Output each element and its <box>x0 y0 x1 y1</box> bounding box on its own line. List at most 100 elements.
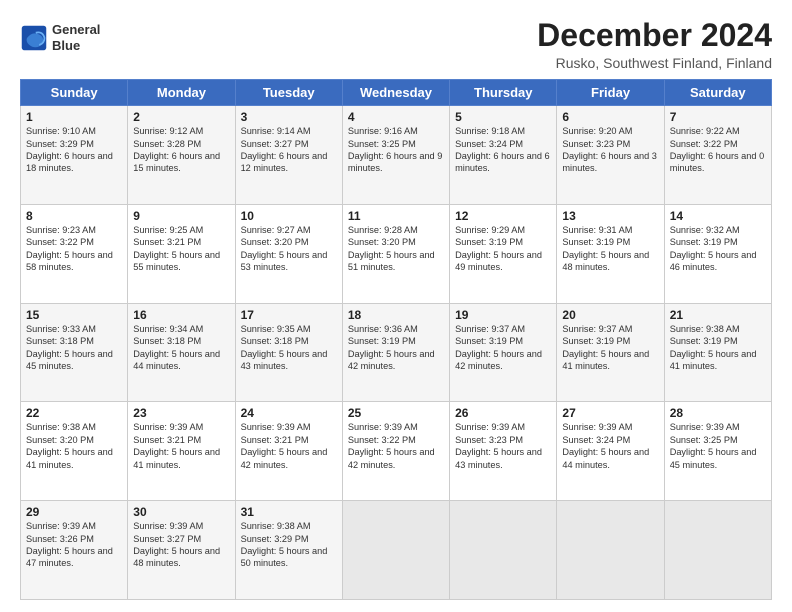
calendar-cell: 15 Sunrise: 9:33 AMSunset: 3:18 PMDaylig… <box>21 303 128 402</box>
day-number: 28 <box>670 406 766 420</box>
subtitle: Rusko, Southwest Finland, Finland <box>537 55 772 71</box>
calendar-cell <box>342 501 449 600</box>
day-number: 26 <box>455 406 551 420</box>
calendar-cell: 28 Sunrise: 9:39 AMSunset: 3:25 PMDaylig… <box>664 402 771 501</box>
calendar-week: 15 Sunrise: 9:33 AMSunset: 3:18 PMDaylig… <box>21 303 772 402</box>
calendar-cell: 6 Sunrise: 9:20 AMSunset: 3:23 PMDayligh… <box>557 106 664 205</box>
logo-text: General Blue <box>52 22 100 53</box>
calendar-cell: 3 Sunrise: 9:14 AMSunset: 3:27 PMDayligh… <box>235 106 342 205</box>
day-number: 9 <box>133 209 229 223</box>
cell-info: Sunrise: 9:12 AMSunset: 3:28 PMDaylight:… <box>133 126 220 173</box>
header-row: SundayMondayTuesdayWednesdayThursdayFrid… <box>21 80 772 106</box>
day-number: 1 <box>26 110 122 124</box>
calendar-cell: 19 Sunrise: 9:37 AMSunset: 3:19 PMDaylig… <box>450 303 557 402</box>
calendar-cell: 13 Sunrise: 9:31 AMSunset: 3:19 PMDaylig… <box>557 204 664 303</box>
calendar-cell: 5 Sunrise: 9:18 AMSunset: 3:24 PMDayligh… <box>450 106 557 205</box>
header-day: Sunday <box>21 80 128 106</box>
cell-info: Sunrise: 9:39 AMSunset: 3:21 PMDaylight:… <box>133 422 220 469</box>
page: General Blue December 2024 Rusko, Southw… <box>0 0 792 612</box>
logo-icon <box>20 24 48 52</box>
day-number: 6 <box>562 110 658 124</box>
day-number: 4 <box>348 110 444 124</box>
cell-info: Sunrise: 9:37 AMSunset: 3:19 PMDaylight:… <box>562 324 649 371</box>
calendar-cell: 4 Sunrise: 9:16 AMSunset: 3:25 PMDayligh… <box>342 106 449 205</box>
day-number: 7 <box>670 110 766 124</box>
cell-info: Sunrise: 9:36 AMSunset: 3:19 PMDaylight:… <box>348 324 435 371</box>
cell-info: Sunrise: 9:22 AMSunset: 3:22 PMDaylight:… <box>670 126 765 173</box>
calendar-cell: 18 Sunrise: 9:36 AMSunset: 3:19 PMDaylig… <box>342 303 449 402</box>
calendar-cell: 8 Sunrise: 9:23 AMSunset: 3:22 PMDayligh… <box>21 204 128 303</box>
calendar-cell: 23 Sunrise: 9:39 AMSunset: 3:21 PMDaylig… <box>128 402 235 501</box>
calendar-cell <box>450 501 557 600</box>
calendar-cell: 31 Sunrise: 9:38 AMSunset: 3:29 PMDaylig… <box>235 501 342 600</box>
calendar-cell <box>557 501 664 600</box>
day-number: 5 <box>455 110 551 124</box>
cell-info: Sunrise: 9:20 AMSunset: 3:23 PMDaylight:… <box>562 126 657 173</box>
calendar-week: 1 Sunrise: 9:10 AMSunset: 3:29 PMDayligh… <box>21 106 772 205</box>
day-number: 24 <box>241 406 337 420</box>
day-number: 20 <box>562 308 658 322</box>
cell-info: Sunrise: 9:27 AMSunset: 3:20 PMDaylight:… <box>241 225 328 272</box>
day-number: 2 <box>133 110 229 124</box>
header: General Blue December 2024 Rusko, Southw… <box>20 18 772 71</box>
day-number: 21 <box>670 308 766 322</box>
day-number: 14 <box>670 209 766 223</box>
calendar-cell: 2 Sunrise: 9:12 AMSunset: 3:28 PMDayligh… <box>128 106 235 205</box>
calendar-body: 1 Sunrise: 9:10 AMSunset: 3:29 PMDayligh… <box>21 106 772 600</box>
main-title: December 2024 <box>537 18 772 53</box>
calendar-cell <box>664 501 771 600</box>
day-number: 30 <box>133 505 229 519</box>
calendar-cell: 25 Sunrise: 9:39 AMSunset: 3:22 PMDaylig… <box>342 402 449 501</box>
calendar-week: 8 Sunrise: 9:23 AMSunset: 3:22 PMDayligh… <box>21 204 772 303</box>
day-number: 31 <box>241 505 337 519</box>
calendar-table: SundayMondayTuesdayWednesdayThursdayFrid… <box>20 79 772 600</box>
cell-info: Sunrise: 9:25 AMSunset: 3:21 PMDaylight:… <box>133 225 220 272</box>
cell-info: Sunrise: 9:38 AMSunset: 3:19 PMDaylight:… <box>670 324 757 371</box>
header-day: Thursday <box>450 80 557 106</box>
calendar-cell: 12 Sunrise: 9:29 AMSunset: 3:19 PMDaylig… <box>450 204 557 303</box>
calendar-cell: 20 Sunrise: 9:37 AMSunset: 3:19 PMDaylig… <box>557 303 664 402</box>
header-day: Friday <box>557 80 664 106</box>
day-number: 17 <box>241 308 337 322</box>
cell-info: Sunrise: 9:28 AMSunset: 3:20 PMDaylight:… <box>348 225 435 272</box>
day-number: 8 <box>26 209 122 223</box>
logo: General Blue <box>20 22 100 53</box>
cell-info: Sunrise: 9:10 AMSunset: 3:29 PMDaylight:… <box>26 126 113 173</box>
cell-info: Sunrise: 9:39 AMSunset: 3:21 PMDaylight:… <box>241 422 328 469</box>
cell-info: Sunrise: 9:39 AMSunset: 3:26 PMDaylight:… <box>26 521 113 568</box>
cell-info: Sunrise: 9:34 AMSunset: 3:18 PMDaylight:… <box>133 324 220 371</box>
cell-info: Sunrise: 9:38 AMSunset: 3:20 PMDaylight:… <box>26 422 113 469</box>
calendar-cell: 16 Sunrise: 9:34 AMSunset: 3:18 PMDaylig… <box>128 303 235 402</box>
cell-info: Sunrise: 9:39 AMSunset: 3:22 PMDaylight:… <box>348 422 435 469</box>
day-number: 19 <box>455 308 551 322</box>
calendar-cell: 26 Sunrise: 9:39 AMSunset: 3:23 PMDaylig… <box>450 402 557 501</box>
calendar-cell: 7 Sunrise: 9:22 AMSunset: 3:22 PMDayligh… <box>664 106 771 205</box>
title-block: December 2024 Rusko, Southwest Finland, … <box>537 18 772 71</box>
day-number: 12 <box>455 209 551 223</box>
cell-info: Sunrise: 9:37 AMSunset: 3:19 PMDaylight:… <box>455 324 542 371</box>
day-number: 11 <box>348 209 444 223</box>
cell-info: Sunrise: 9:18 AMSunset: 3:24 PMDaylight:… <box>455 126 550 173</box>
cell-info: Sunrise: 9:39 AMSunset: 3:27 PMDaylight:… <box>133 521 220 568</box>
calendar-cell: 24 Sunrise: 9:39 AMSunset: 3:21 PMDaylig… <box>235 402 342 501</box>
cell-info: Sunrise: 9:38 AMSunset: 3:29 PMDaylight:… <box>241 521 328 568</box>
cell-info: Sunrise: 9:39 AMSunset: 3:25 PMDaylight:… <box>670 422 757 469</box>
cell-info: Sunrise: 9:16 AMSunset: 3:25 PMDaylight:… <box>348 126 443 173</box>
cell-info: Sunrise: 9:35 AMSunset: 3:18 PMDaylight:… <box>241 324 328 371</box>
cell-info: Sunrise: 9:29 AMSunset: 3:19 PMDaylight:… <box>455 225 542 272</box>
header-day: Wednesday <box>342 80 449 106</box>
cell-info: Sunrise: 9:14 AMSunset: 3:27 PMDaylight:… <box>241 126 328 173</box>
cell-info: Sunrise: 9:31 AMSunset: 3:19 PMDaylight:… <box>562 225 649 272</box>
day-number: 15 <box>26 308 122 322</box>
calendar-cell: 14 Sunrise: 9:32 AMSunset: 3:19 PMDaylig… <box>664 204 771 303</box>
cell-info: Sunrise: 9:39 AMSunset: 3:24 PMDaylight:… <box>562 422 649 469</box>
cell-info: Sunrise: 9:33 AMSunset: 3:18 PMDaylight:… <box>26 324 113 371</box>
header-day: Monday <box>128 80 235 106</box>
calendar-cell: 29 Sunrise: 9:39 AMSunset: 3:26 PMDaylig… <box>21 501 128 600</box>
calendar-cell: 22 Sunrise: 9:38 AMSunset: 3:20 PMDaylig… <box>21 402 128 501</box>
calendar-header: SundayMondayTuesdayWednesdayThursdayFrid… <box>21 80 772 106</box>
day-number: 23 <box>133 406 229 420</box>
calendar-cell: 10 Sunrise: 9:27 AMSunset: 3:20 PMDaylig… <box>235 204 342 303</box>
calendar-cell: 17 Sunrise: 9:35 AMSunset: 3:18 PMDaylig… <box>235 303 342 402</box>
calendar-cell: 30 Sunrise: 9:39 AMSunset: 3:27 PMDaylig… <box>128 501 235 600</box>
